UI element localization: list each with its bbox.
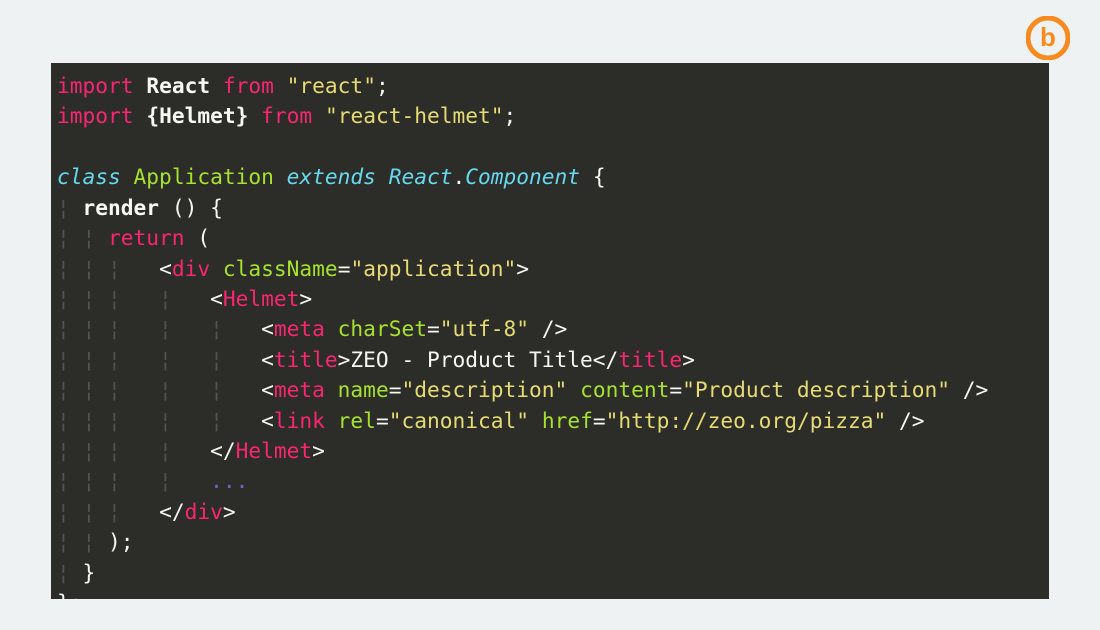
- jsx-tag: title: [618, 347, 682, 372]
- space: [210, 256, 223, 281]
- angle: </: [593, 347, 619, 372]
- string: "application": [350, 256, 516, 281]
- punct: ;: [504, 103, 517, 128]
- jsx-tag: title: [274, 347, 338, 372]
- punct: () {: [159, 195, 223, 220]
- punct: };: [57, 590, 83, 599]
- punct: =: [427, 316, 440, 341]
- identifier: {Helmet}: [146, 103, 248, 128]
- space: [567, 377, 580, 402]
- angle: />: [529, 316, 567, 341]
- jsx-tag: link: [274, 408, 325, 433]
- space: [529, 408, 542, 433]
- punct: {: [580, 164, 606, 189]
- punct: }: [83, 560, 96, 585]
- jsx-tag: meta: [274, 316, 325, 341]
- ellipsis: ...: [210, 468, 248, 493]
- angle: <: [261, 347, 274, 372]
- string: "utf-8": [440, 316, 529, 341]
- jsx-attr: rel: [338, 408, 376, 433]
- angle: <: [159, 256, 172, 281]
- string: "react": [287, 73, 376, 98]
- jsx-attr: className: [223, 256, 338, 281]
- indent-guide: ¦: [57, 195, 83, 220]
- indent-guide: ¦ ¦ ¦ ¦: [57, 438, 210, 463]
- punct: =: [338, 256, 351, 281]
- space: [325, 377, 338, 402]
- indent-guide: ¦ ¦: [57, 225, 108, 250]
- angle: <: [261, 316, 274, 341]
- keyword-import: import: [57, 73, 134, 98]
- space: [325, 408, 338, 433]
- jsx-attr: name: [338, 377, 389, 402]
- indent-guide: ¦ ¦ ¦: [57, 256, 159, 281]
- string: "canonical": [389, 408, 529, 433]
- punct: =: [389, 377, 402, 402]
- string: "Product description": [682, 377, 950, 402]
- angle: >: [312, 438, 325, 463]
- angle: <: [210, 286, 223, 311]
- indent-guide: ¦ ¦: [57, 529, 108, 554]
- string: "react-helmet": [325, 103, 504, 128]
- keyword-from: from: [261, 103, 312, 128]
- angle: <: [261, 377, 274, 402]
- keyword-from: from: [223, 73, 274, 98]
- jsx-tag: div: [185, 499, 223, 524]
- indent-guide: ¦ ¦ ¦ ¦: [57, 468, 210, 493]
- indent-guide: ¦ ¦ ¦: [57, 499, 159, 524]
- identifier: Component: [465, 164, 580, 189]
- jsx-attr: charSet: [338, 316, 427, 341]
- identifier: React: [146, 73, 210, 98]
- jsx-text: ZEO - Product Title: [350, 347, 592, 372]
- jsx-tag: div: [172, 256, 210, 281]
- jsx-tag: meta: [274, 377, 325, 402]
- space: [325, 316, 338, 341]
- punct: ;: [376, 73, 389, 98]
- indent-guide: ¦ ¦ ¦ ¦ ¦: [57, 408, 261, 433]
- angle: />: [886, 408, 924, 433]
- angle: >: [682, 347, 695, 372]
- angle: >: [223, 499, 236, 524]
- indent-guide: ¦ ¦ ¦ ¦ ¦: [57, 316, 261, 341]
- angle: </: [210, 438, 236, 463]
- class-name: Application: [134, 164, 274, 189]
- string: "http://zeo.org/pizza": [606, 408, 887, 433]
- keyword-extends: extends: [287, 164, 376, 189]
- angle: <: [261, 408, 274, 433]
- indent-guide: ¦ ¦ ¦ ¦ ¦: [57, 347, 261, 372]
- method-name: render: [83, 195, 160, 220]
- keyword-return: return: [108, 225, 185, 250]
- brand-logo-icon: b: [1026, 16, 1070, 64]
- identifier: React: [389, 164, 453, 189]
- punct: .: [452, 164, 465, 189]
- jsx-attr: content: [580, 377, 669, 402]
- jsx-tag: Helmet: [223, 286, 300, 311]
- punct: (: [185, 225, 211, 250]
- punct: =: [593, 408, 606, 433]
- indent-guide: ¦ ¦ ¦ ¦ ¦: [57, 377, 261, 402]
- angle: </: [159, 499, 185, 524]
- indent-guide: ¦ ¦ ¦ ¦: [57, 286, 210, 311]
- jsx-tag: Helmet: [236, 438, 313, 463]
- keyword-class: class: [57, 164, 121, 189]
- angle: />: [950, 377, 988, 402]
- code-snippet: import React from "react"; import {Helme…: [51, 63, 1049, 599]
- keyword-import: import: [57, 103, 134, 128]
- svg-text:b: b: [1040, 22, 1056, 52]
- punct: =: [669, 377, 682, 402]
- indent-guide: ¦: [57, 560, 83, 585]
- punct: );: [108, 529, 134, 554]
- punct: =: [376, 408, 389, 433]
- jsx-attr: href: [542, 408, 593, 433]
- angle: >: [299, 286, 312, 311]
- string: "description": [401, 377, 567, 402]
- angle: >: [516, 256, 529, 281]
- angle: >: [338, 347, 351, 372]
